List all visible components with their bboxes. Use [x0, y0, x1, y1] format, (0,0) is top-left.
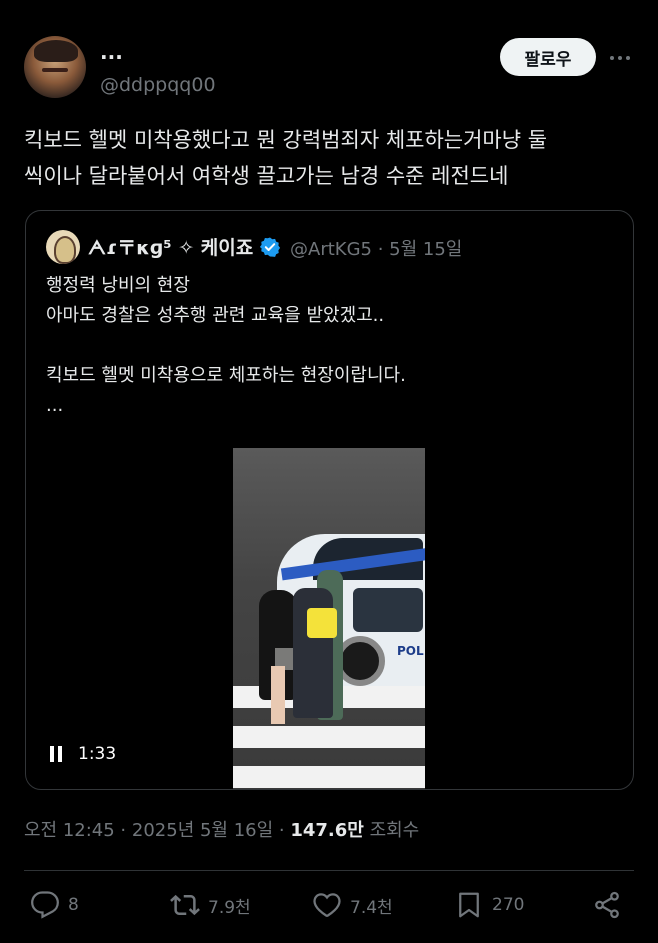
divider — [24, 870, 634, 871]
quoted-tweet[interactable]: ᗅɾ〒κɡ⁵ ✧ 케이죠 @ArtKG5 · 5월 15일 행정력 낭비의 현장… — [25, 210, 634, 790]
share-button[interactable] — [592, 890, 622, 920]
view-count: 147.6만 — [290, 820, 364, 841]
more-options-icon[interactable] — [608, 46, 632, 70]
crosswalk-stripe — [233, 726, 425, 748]
author-handle[interactable]: @ddppqq00 — [100, 74, 216, 96]
tweet-time[interactable]: 오전 12:45 · 2025년 5월 16일 · — [24, 820, 290, 841]
verified-badge-icon — [259, 236, 281, 258]
bookmark-icon — [459, 892, 479, 918]
bookmark-button[interactable]: 270 — [454, 890, 524, 920]
quoted-author-name-row: ᗅɾ〒κɡ⁵ ✧ 케이죠 — [88, 233, 281, 260]
retweet-count: 7.9천 — [208, 897, 251, 918]
tweet-header: ... @ddppqq00 팔로우 — [24, 36, 634, 100]
tweet-timestamp: 오전 12:45 · 2025년 5월 16일 · 147.6만 조회수 — [24, 816, 419, 842]
student-legs — [271, 666, 285, 724]
quoted-author-display-name: ᗅɾ〒κɡ⁵ ✧ 케이죠 — [88, 237, 254, 259]
view-count-label: 조회수 — [363, 820, 420, 841]
video-controls: 1:33 — [50, 744, 116, 764]
follow-button[interactable]: 팔로우 — [500, 38, 596, 76]
quoted-tweet-text: 행정력 낭비의 현장 아마도 경찰은 성추행 관련 교육을 받았겠고.. 킥보드… — [46, 275, 406, 416]
retweet-icon — [170, 894, 200, 916]
reply-count: 8 — [68, 895, 79, 915]
like-count: 7.4천 — [350, 897, 393, 918]
retweet-button[interactable]: 7.9천 — [170, 890, 251, 920]
pause-icon[interactable] — [50, 746, 64, 762]
like-button[interactable]: 7.4천 — [312, 890, 393, 920]
officer-vest — [307, 608, 337, 638]
author-avatar[interactable] — [24, 36, 86, 98]
police-car-window — [353, 588, 423, 632]
action-bar: 8 7.9천 7.4천 270 — [24, 890, 634, 926]
tweet-text: 킥보드 헬멧 미착용했다고 뭔 강력범죄자 체포하는거마냥 둘 씩이나 달라붙어… — [24, 128, 548, 188]
crosswalk-stripe — [233, 766, 425, 788]
video-thumbnail[interactable]: POL — [233, 448, 425, 789]
more-dots-icon — [610, 56, 630, 60]
bookmark-count: 270 — [492, 895, 525, 915]
reply-icon — [31, 891, 59, 919]
police-car-label: POL — [397, 644, 424, 658]
share-icon — [595, 891, 619, 919]
reply-button[interactable]: 8 — [30, 890, 79, 920]
video-duration: 1:33 — [78, 744, 117, 764]
author-display-name[interactable]: ... — [100, 42, 123, 62]
quoted-author-avatar — [46, 230, 80, 264]
quoted-tweet-meta: @ArtKG5 · 5월 15일 — [290, 239, 463, 260]
heart-icon — [313, 893, 341, 918]
